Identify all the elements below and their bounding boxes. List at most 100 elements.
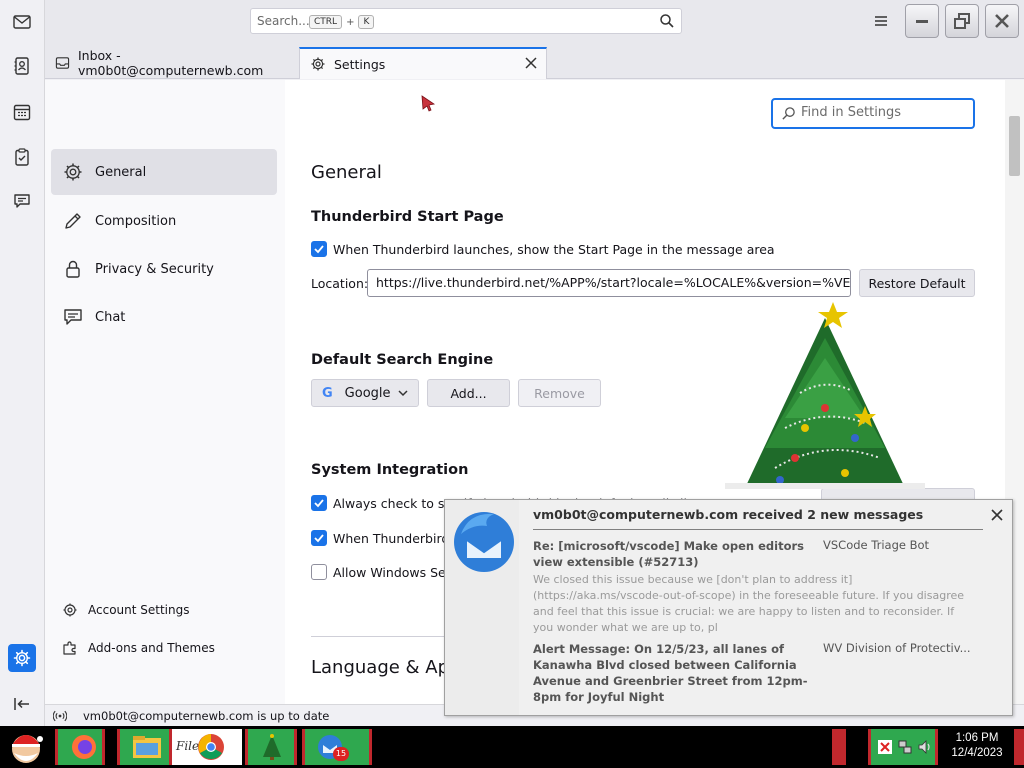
close-notification-icon[interactable] [990, 508, 1004, 522]
thunderbird-logo-icon [454, 512, 514, 572]
start-page-checkbox[interactable] [311, 241, 327, 257]
close-tab-icon[interactable] [524, 56, 538, 70]
account-gear-icon [63, 603, 77, 617]
message-1-sender: VSCode Triage Bot [823, 538, 930, 552]
start-page-checkbox-row[interactable]: When Thunderbird launches, show the Star… [311, 241, 775, 257]
category-privacy-label: Privacy & Security [95, 261, 214, 277]
settings-categories: General Composition Privacy & Security C… [45, 80, 285, 704]
chevron-down-icon [397, 390, 408, 397]
location-label: Location: [311, 276, 369, 291]
mouse-cursor-icon [421, 95, 436, 112]
tab-settings[interactable]: Settings [299, 47, 547, 79]
windows-search-checkbox[interactable] [311, 564, 327, 580]
kbd-k: K [358, 15, 375, 29]
global-search-box[interactable]: Search... CTRL + K [250, 8, 682, 34]
status-text: vm0b0t@computernewb.com is up to date [83, 708, 330, 723]
addons-themes-link[interactable]: Add-ons and Themes [62, 640, 215, 656]
message-1-preview: We closed this issue because we [don't p… [533, 573, 965, 634]
chrome-icon[interactable] [196, 729, 226, 765]
message-2-subject[interactable]: Alert Message: On 12/5/23, all lanes of … [533, 641, 813, 705]
start-page-checkbox-label: When Thunderbird launches, show the Star… [333, 241, 775, 257]
puzzle-piece-icon [63, 641, 76, 655]
category-chat-label: Chat [95, 309, 126, 325]
global-search-placeholder: Search... [257, 14, 310, 28]
check-default-checkbox[interactable] [311, 495, 327, 511]
addons-themes-label: Add-ons and Themes [88, 641, 215, 655]
file-explorer-taskbar-button[interactable] [117, 729, 172, 765]
tasks-space-button[interactable] [8, 143, 36, 171]
notification-divider [533, 529, 983, 530]
google-icon: G [322, 385, 333, 401]
category-composition[interactable]: Composition [51, 198, 277, 244]
clock-time: 1:06 PM [955, 732, 999, 744]
restore-icon [954, 13, 970, 29]
search-shortcut-hint: CTRL + K [309, 15, 375, 29]
search-engine-select[interactable]: G Google [311, 379, 419, 407]
restore-button[interactable] [945, 4, 979, 38]
firefox-icon [72, 735, 96, 759]
calendar-space-button[interactable] [8, 98, 36, 126]
message-1-subject[interactable]: Re: [microsoft/vscode] Make open editors… [533, 538, 813, 570]
category-chat[interactable]: Chat [51, 294, 277, 340]
mail-space-button[interactable] [8, 8, 36, 36]
gear-icon [64, 163, 82, 181]
new-mail-notification[interactable]: vm0b0t@computernewb.com received 2 new m… [444, 499, 1013, 716]
thunderbird-taskbar-button[interactable]: 15 [302, 729, 372, 765]
find-in-settings-input[interactable] [801, 105, 969, 120]
category-general-label: General [95, 164, 147, 180]
close-icon [995, 14, 1009, 28]
restore-default-button[interactable]: Restore Default [859, 269, 975, 297]
category-composition-label: Composition [95, 213, 177, 229]
chat-icon [14, 194, 30, 208]
firefox-taskbar-button[interactable] [55, 729, 105, 765]
account-settings-link[interactable]: Account Settings [62, 602, 189, 618]
find-in-settings-box[interactable] [771, 98, 975, 129]
collapse-spaces-button[interactable] [8, 690, 36, 718]
category-privacy-security[interactable]: Privacy & Security [51, 246, 277, 292]
account-settings-label: Account Settings [88, 603, 190, 617]
taskbar: Files 15 1:06 PM 12/4/2023 [0, 726, 1024, 768]
message-2-sender: WV Division of Protectiv... [823, 641, 971, 655]
collapse-left-icon [14, 698, 29, 710]
tab-inbox-label: Inbox - vm0b0t@computernewb.com [77, 48, 264, 78]
gear-icon [311, 57, 325, 71]
settings-space-button[interactable] [8, 644, 36, 672]
app-menu-icon[interactable] [871, 11, 891, 31]
online-status-icon[interactable] [53, 709, 67, 723]
spaces-toolbar [0, 0, 45, 726]
security-alert-icon[interactable] [877, 739, 893, 755]
tree-taskbar-button[interactable] [245, 729, 297, 765]
christmas-tree-icon [263, 734, 281, 760]
minimize-tray-checkbox[interactable] [311, 530, 327, 546]
chat-icon [64, 309, 82, 325]
minimize-icon [916, 20, 928, 23]
remove-search-engine-button[interactable]: Remove [518, 379, 601, 407]
address-book-space-button[interactable] [8, 52, 36, 80]
start-button-santa-icon[interactable] [4, 729, 48, 765]
christmas-tree-decoration [725, 302, 925, 489]
close-window-button[interactable] [985, 4, 1019, 38]
location-input[interactable]: https://live.thunderbird.net/%APP%/start… [367, 269, 851, 297]
mail-icon [13, 15, 31, 29]
show-desktop-button[interactable] [1014, 729, 1024, 765]
volume-icon[interactable] [917, 739, 933, 755]
folder-icon [133, 736, 161, 758]
category-general[interactable]: General [51, 149, 277, 195]
taskbar-clock[interactable]: 1:06 PM 12/4/2023 [944, 731, 1010, 761]
clock-date: 12/4/2023 [951, 747, 1003, 759]
scrollbar-thumb[interactable] [1009, 116, 1020, 176]
checkmark-icon [314, 499, 324, 508]
tab-inbox[interactable]: Inbox - vm0b0t@computernewb.com [45, 47, 295, 79]
page-title: General [311, 162, 382, 183]
system-tray[interactable] [868, 729, 938, 765]
tab-bar: Inbox - vm0b0t@computernewb.com Settings [45, 43, 1024, 79]
chat-space-button[interactable] [8, 187, 36, 215]
pencil-icon [65, 213, 81, 229]
start-page-heading: Thunderbird Start Page [311, 209, 504, 225]
minimize-button[interactable] [905, 4, 939, 38]
checkmark-icon [314, 245, 324, 254]
address-book-icon [14, 57, 29, 75]
add-search-engine-button[interactable]: Add... [427, 379, 510, 407]
network-icon[interactable] [897, 739, 913, 755]
checkmark-icon [314, 534, 324, 543]
